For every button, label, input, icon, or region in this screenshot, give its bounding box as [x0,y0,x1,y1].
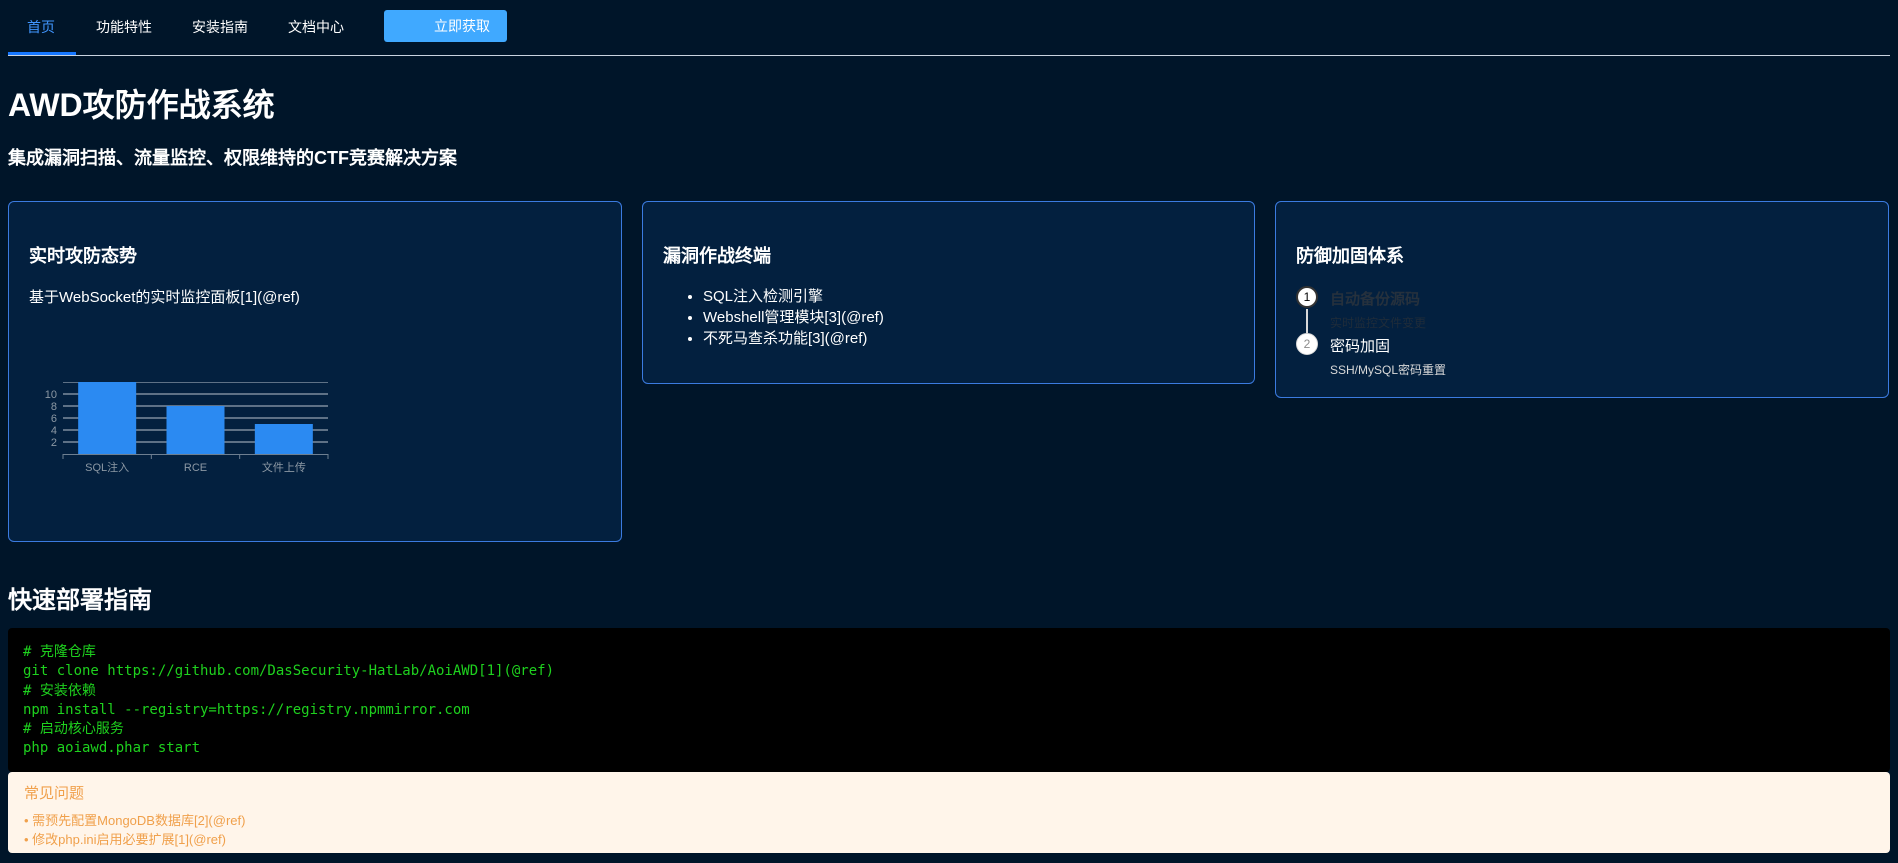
card-defense-title: 防御加固体系 [1296,246,1404,266]
step-1-desc: 实时监控文件变更 [1330,316,1427,330]
chart-bar [166,406,225,454]
step-1-title: 自动备份源码 [1330,291,1421,308]
card-realtime: 实时攻防态势 基于WebSocket的实时监控面板[1](@ref) 24681… [8,201,622,542]
top-nav: 首页 功能特性 安装指南 文档中心 立即获取 [8,0,1890,56]
code-line: # 安装依赖 [23,682,96,699]
code-block[interactable]: # 克隆仓库 git clone https://github.com/DasS… [8,628,1890,772]
deploy-section-title: 快速部署指南 [8,587,152,614]
defense-steps: 1 自动备份源码 实时监控文件变更 2 密码加固 SSH/MySQL密码重置 [1296,284,1696,384]
chart-x-tick-label: SQL注入 [85,460,129,474]
card-terminal: 漏洞作战终端 SQL注入检测引擎 Webshell管理模块[3](@ref) 不… [642,201,1255,384]
code-line: # 启动核心服务 [23,721,124,738]
feature-item-immortal: 不死马查杀功能[3](@ref) [703,328,884,349]
faq-item: • 修改php.ini启用必要扩展[1](@ref) [24,832,226,847]
chart-y-tick-label: 10 [45,389,57,401]
chart-y-tick-label: 4 [51,425,57,437]
faq-panel: 常见问题 • 需预先配置MongoDB数据库[2](@ref) • 修改php.… [8,772,1890,853]
faq-item: • 需预先配置MongoDB数据库[2](@ref) [24,813,246,828]
get-now-button[interactable]: 立即获取 [384,10,507,42]
chart-x-tick-label: RCE [184,462,207,474]
step-2-desc: SSH/MySQL密码重置 [1330,363,1447,377]
chart-y-tick-label: 6 [51,413,57,425]
chart-bar [78,382,137,454]
faq-title: 常见问题 [24,785,85,802]
nav-item-home[interactable]: 首页 [27,17,55,37]
nav-item-features[interactable]: 功能特性 [96,17,152,37]
step-2-title: 密码加固 [1330,338,1391,355]
chart-y-tick-label: 2 [51,437,57,449]
page-subtitle: 集成漏洞扫描、流量监控、权限维持的CTF竞赛解决方案 [8,148,457,168]
chart-x-tick-label: 文件上传 [262,460,306,474]
terminal-feature-list: SQL注入检测引擎 Webshell管理模块[3](@ref) 不死马查杀功能[… [703,286,884,349]
code-line: # 克隆仓库 [23,644,96,660]
step-2-badge: 2 [1296,333,1318,355]
card-defense: 防御加固体系 1 自动备份源码 实时监控文件变更 2 密码加固 SSH/MySQ… [1275,201,1889,398]
nav-item-docs[interactable]: 文档中心 [288,17,344,37]
nav-item-install[interactable]: 安装指南 [192,17,248,37]
code-line: npm install --registry=https://registry.… [23,701,470,718]
card-realtime-text: 基于WebSocket的实时监控面板[1](@ref) [29,289,300,306]
step-connector [1306,309,1308,333]
code-content: # 克隆仓库 git clone https://github.com/DasS… [23,643,554,759]
step-1-badge: 1 [1296,286,1318,308]
chart-bar [254,424,313,454]
feature-item-sqli: SQL注入检测引擎 [703,286,884,307]
feature-item-webshell: Webshell管理模块[3](@ref) [703,307,884,328]
nav-active-indicator [8,52,76,55]
card-terminal-title: 漏洞作战终端 [663,246,771,266]
chart-y-tick-label: 8 [51,401,57,413]
code-line: git clone https://github.com/DasSecurity… [23,663,555,680]
page-title: AWD攻防作战系统 [8,87,275,123]
code-line: php aoiawd.phar start [23,740,201,757]
attack-bar-chart: 246810 SQL注入 RCE 文件上传 [45,382,329,474]
card-realtime-title: 实时攻防态势 [29,246,137,266]
